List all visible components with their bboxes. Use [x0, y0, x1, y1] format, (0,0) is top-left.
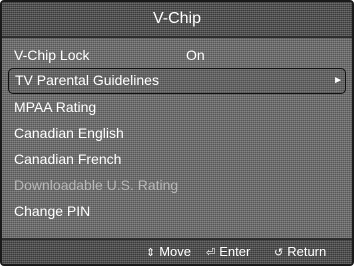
enter-icon: ⏎ [206, 247, 216, 259]
menu-item-mpaa-rating[interactable]: MPAA Rating [8, 94, 346, 120]
vchip-lock-value: On [186, 47, 205, 63]
hint-move: ⇕ Move [146, 240, 192, 264]
menu-item-label: V-Chip Lock [14, 47, 90, 63]
menu-item-label: Downloadable U.S. Rating [14, 177, 179, 193]
menu-item-label: Canadian English [14, 125, 124, 141]
return-icon: ↺ [274, 247, 284, 259]
menu-item-canadian-french[interactable]: Canadian French [8, 146, 346, 172]
menu-item-change-pin[interactable]: Change PIN [8, 198, 346, 224]
menu-item-label: MPAA Rating [14, 99, 97, 115]
footer-hints: ⇕ Move ⏎ Enter ↺ Return [2, 238, 352, 264]
menu-title: V-Chip [2, 2, 352, 38]
vchip-menu-window: V-Chip V-Chip Lock On TV Parental Guidel… [0, 0, 354, 266]
hint-enter: ⏎ Enter [206, 240, 251, 264]
menu-item-canadian-english[interactable]: Canadian English [8, 120, 346, 146]
menu-item-label: Canadian French [14, 151, 122, 167]
menu-item-label: TV Parental Guidelines [15, 72, 159, 88]
menu-item-downloadable-us-rating: Downloadable U.S. Rating [8, 172, 346, 198]
menu-item-vchip-lock[interactable]: V-Chip Lock On [8, 42, 346, 68]
hint-move-label: Move [159, 244, 192, 259]
hint-enter-label: Enter [219, 244, 251, 259]
hint-return: ↺ Return [274, 240, 327, 264]
hint-return-label: Return [287, 244, 327, 259]
menu-list: V-Chip Lock On TV Parental Guidelines ► … [8, 42, 346, 224]
arrow-right-icon: ► [333, 75, 343, 86]
move-icon: ⇕ [146, 247, 156, 259]
menu-item-tv-parental-guidelines[interactable]: TV Parental Guidelines ► [8, 68, 346, 94]
menu-item-label: Change PIN [14, 203, 91, 219]
